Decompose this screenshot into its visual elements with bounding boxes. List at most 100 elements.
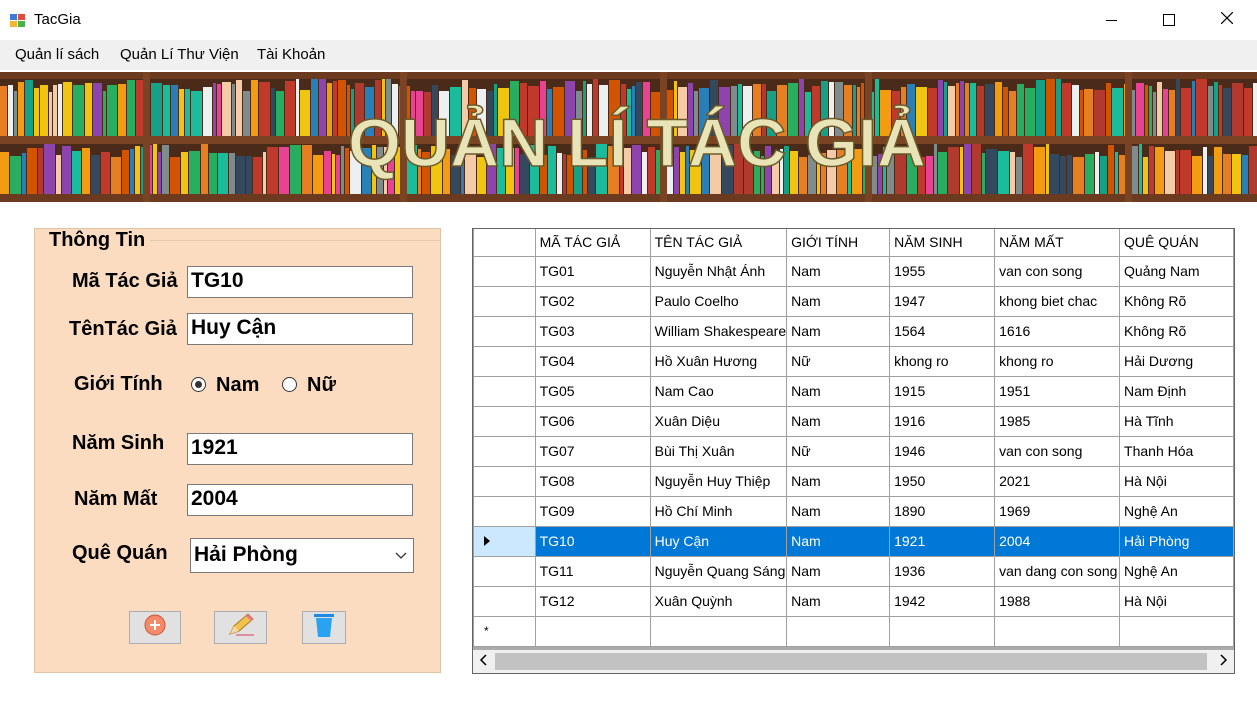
radio-nam[interactable] bbox=[191, 377, 206, 392]
add-button[interactable] bbox=[129, 611, 181, 644]
col-header-nam-sinh[interactable]: NĂM SINH bbox=[889, 229, 996, 257]
radio-nu[interactable] bbox=[282, 377, 297, 392]
cell-nam-mat[interactable]: van dang con song bbox=[994, 555, 1121, 587]
table-row[interactable]: TG01 Nguyễn Nhật Ánh Nam 1955 van con song Qu… bbox=[473, 255, 1234, 287]
scrollbar-thumb[interactable] bbox=[495, 653, 1207, 670]
cell-ten[interactable]: Nguyễn Nhật Ánh bbox=[649, 255, 788, 287]
row-header[interactable] bbox=[473, 375, 536, 407]
cell-gioi-tinh[interactable]: Nam bbox=[786, 555, 891, 587]
table-row[interactable]: TG11 Nguyễn Quang Sáng Nam 1936 van dang con… bbox=[473, 555, 1234, 587]
ma-tac-gia-input[interactable]: TG10 bbox=[187, 266, 413, 298]
col-header-ten-tac-gia[interactable]: TÊN TÁC GIẢ bbox=[649, 229, 788, 257]
row-header[interactable] bbox=[473, 435, 536, 467]
col-header-gioi-tinh[interactable]: GIỚI TÍNH bbox=[786, 229, 891, 257]
edit-button[interactable] bbox=[214, 611, 267, 644]
horizontal-scrollbar[interactable] bbox=[473, 650, 1234, 673]
cell-nam-mat[interactable]: 1951 bbox=[994, 375, 1121, 407]
row-header[interactable] bbox=[473, 465, 536, 497]
row-header[interactable] bbox=[473, 495, 536, 527]
cell-ten[interactable]: Paulo Coelho bbox=[649, 285, 788, 317]
cell-que-quan[interactable]: Hà Tĩnh bbox=[1119, 405, 1234, 437]
cell-ma[interactable]: TG01 bbox=[534, 255, 651, 287]
cell-nam-sinh[interactable]: 1955 bbox=[889, 255, 996, 287]
close-button[interactable] bbox=[1198, 0, 1256, 40]
table-row[interactable]: TG03 William Shakespeare Nam 1564 1616 Không … bbox=[473, 315, 1234, 347]
nam-mat-input[interactable]: 2004 bbox=[187, 484, 413, 516]
table-row[interactable]: TG04 Hồ Xuân Hương Nữ khong ro khong ro Hải D… bbox=[473, 345, 1234, 377]
col-header-ma-tac-gia[interactable]: MÃ TÁC GIẢ bbox=[534, 229, 651, 257]
cell-ma[interactable]: TG08 bbox=[534, 465, 651, 497]
cell-ten[interactable]: Nam Cao bbox=[649, 375, 788, 407]
cell-nam-mat[interactable]: van con song bbox=[994, 435, 1121, 467]
radio-nu-label[interactable]: Nữ bbox=[307, 374, 336, 397]
cell-ten[interactable]: Nguyễn Quang Sáng bbox=[649, 555, 788, 587]
cell-nam-sinh[interactable]: 1946 bbox=[889, 435, 996, 467]
cell-gioi-tinh[interactable]: Nam bbox=[786, 375, 891, 407]
cell-ma[interactable]: TG09 bbox=[534, 495, 651, 527]
cell-que-quan[interactable]: Không Rõ bbox=[1119, 315, 1234, 347]
maximize-button[interactable] bbox=[1140, 0, 1198, 40]
authors-datagrid[interactable]: MÃ TÁC GIẢ TÊN TÁC GIẢ GIỚI TÍNH NĂM SIN… bbox=[472, 228, 1235, 674]
new-row-cell[interactable] bbox=[534, 615, 651, 647]
cell-nam-mat[interactable]: 1988 bbox=[994, 585, 1121, 617]
row-header[interactable] bbox=[473, 585, 536, 617]
cell-nam-sinh[interactable]: 1915 bbox=[889, 375, 996, 407]
cell-nam-sinh[interactable]: 1942 bbox=[889, 585, 996, 617]
row-header[interactable] bbox=[473, 555, 536, 587]
menu-quan-li-thu-vien[interactable]: Quản Lí Thư Viện bbox=[120, 46, 239, 63]
cell-nam-mat[interactable]: 1616 bbox=[994, 315, 1121, 347]
new-row-cell[interactable] bbox=[649, 615, 788, 647]
cell-ma[interactable]: TG02 bbox=[534, 285, 651, 317]
cell-que-quan[interactable]: Không Rõ bbox=[1119, 285, 1234, 317]
col-header-que-quan[interactable]: QUÊ QUÁN bbox=[1119, 229, 1234, 257]
cell-que-quan[interactable]: Hải Phòng bbox=[1119, 525, 1234, 557]
row-header[interactable] bbox=[473, 285, 536, 317]
cell-ma[interactable]: TG10 bbox=[534, 525, 651, 557]
cell-ten[interactable]: Hồ Chí Minh bbox=[649, 495, 788, 527]
cell-ma[interactable]: TG12 bbox=[534, 585, 651, 617]
table-row[interactable]: TG09 Hồ Chí Minh Nam 1890 1969 Nghệ An bbox=[473, 495, 1234, 527]
cell-que-quan[interactable]: Hà Nội bbox=[1119, 585, 1234, 617]
cell-ma[interactable]: TG03 bbox=[534, 315, 651, 347]
row-header[interactable] bbox=[473, 345, 536, 377]
minimize-button[interactable] bbox=[1082, 0, 1140, 40]
radio-nam-label[interactable]: Nam bbox=[216, 374, 259, 397]
new-row-cell[interactable] bbox=[994, 615, 1121, 647]
cell-que-quan[interactable]: Nghệ An bbox=[1119, 495, 1234, 527]
cell-ma[interactable]: TG04 bbox=[534, 345, 651, 377]
cell-ten[interactable]: Nguyễn Huy Thiệp bbox=[649, 465, 788, 497]
cell-nam-mat[interactable]: 1985 bbox=[994, 405, 1121, 437]
table-row[interactable]: TG08 Nguyễn Huy Thiệp Nam 1950 2021 Hà Nội bbox=[473, 465, 1234, 497]
new-row-cell[interactable] bbox=[1119, 615, 1234, 647]
cell-ten[interactable]: Xuân Diệu bbox=[649, 405, 788, 437]
col-header-nam-mat[interactable]: NĂM MẤT bbox=[994, 229, 1121, 257]
cell-gioi-tinh[interactable]: Nam bbox=[786, 465, 891, 497]
cell-nam-mat[interactable]: 2021 bbox=[994, 465, 1121, 497]
cell-nam-sinh[interactable]: 1916 bbox=[889, 405, 996, 437]
cell-que-quan[interactable]: Hà Nội bbox=[1119, 465, 1234, 497]
cell-nam-sinh[interactable]: 1936 bbox=[889, 555, 996, 587]
menu-tai-khoan[interactable]: Tài Khoản bbox=[257, 46, 325, 63]
cell-ten[interactable]: Huy Cận bbox=[649, 525, 788, 557]
cell-que-quan[interactable]: Hải Dương bbox=[1119, 345, 1234, 377]
cell-gioi-tinh[interactable]: Nam bbox=[786, 495, 891, 527]
cell-nam-mat[interactable]: khong biet chac bbox=[994, 285, 1121, 317]
cell-gioi-tinh[interactable]: Nữ bbox=[786, 345, 891, 377]
scroll-right-button[interactable] bbox=[1214, 650, 1234, 673]
ten-tac-gia-input[interactable]: Huy Cận bbox=[187, 313, 413, 345]
row-header[interactable] bbox=[473, 315, 536, 347]
new-row-cell[interactable] bbox=[889, 615, 996, 647]
cell-que-quan[interactable]: Nam Định bbox=[1119, 375, 1234, 407]
cell-gioi-tinh[interactable]: Nam bbox=[786, 315, 891, 347]
cell-gioi-tinh[interactable]: Nam bbox=[786, 285, 891, 317]
row-header[interactable] bbox=[473, 405, 536, 437]
cell-ten[interactable]: William Shakespeare bbox=[649, 315, 788, 347]
cell-que-quan[interactable]: Thanh Hóa bbox=[1119, 435, 1234, 467]
cell-gioi-tinh[interactable]: Nam bbox=[786, 525, 891, 557]
new-row[interactable]: * bbox=[473, 615, 1234, 647]
cell-ten[interactable]: Hồ Xuân Hương bbox=[649, 345, 788, 377]
cell-nam-mat[interactable]: khong ro bbox=[994, 345, 1121, 377]
cell-nam-sinh[interactable]: 1564 bbox=[889, 315, 996, 347]
table-row[interactable]: TG10 Huy Cận Nam 1921 2004 Hải Phòng bbox=[473, 525, 1234, 557]
cell-gioi-tinh[interactable]: Nam bbox=[786, 255, 891, 287]
